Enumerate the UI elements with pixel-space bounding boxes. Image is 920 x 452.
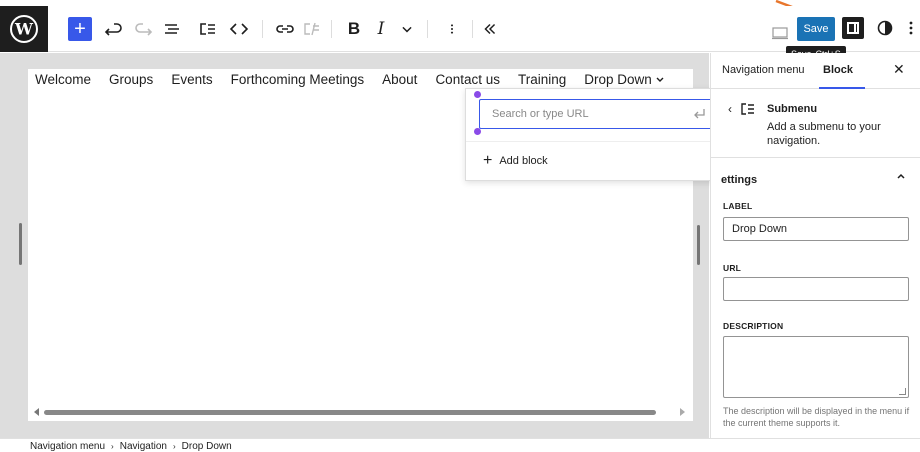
styles-icon <box>877 20 893 36</box>
chevron-left-icon[interactable]: ‹ <box>728 102 732 116</box>
list-view-button[interactable] <box>161 15 183 43</box>
drag-handle-top-icon[interactable] <box>474 91 481 98</box>
popover-divider <box>466 141 726 142</box>
drag-handle-bottom-icon[interactable] <box>474 128 481 135</box>
close-icon[interactable]: ✕ <box>893 61 905 78</box>
redo-icon <box>135 23 153 36</box>
nav-item-contact-us[interactable]: Contact us <box>435 69 500 89</box>
chevron-right-icon: › <box>111 442 114 451</box>
url-heading: URL <box>723 263 742 273</box>
code-icon <box>229 23 249 35</box>
toolbar-separator <box>331 20 332 38</box>
breadcrumb-item: Drop Down <box>181 441 232 452</box>
submenu-icon <box>741 103 754 115</box>
plus-icon: + <box>483 152 493 169</box>
url-search-input[interactable]: Search or type URL <box>479 99 715 129</box>
device-preview-icon[interactable] <box>772 26 788 40</box>
block-inserter-button[interactable]: + <box>68 17 92 41</box>
styles-button[interactable] <box>874 17 896 39</box>
link-icon <box>276 25 294 33</box>
submenu-block-button[interactable] <box>196 15 218 43</box>
sidebar-icon <box>847 22 859 34</box>
navigation-block[interactable]: Welcome Groups Events Forthcoming Meetin… <box>35 69 667 89</box>
tab-block[interactable]: Block <box>823 64 853 76</box>
label-field[interactable]: Drop Down <box>723 217 909 241</box>
unlink-button[interactable] <box>300 15 322 43</box>
bold-button[interactable]: B <box>346 15 362 43</box>
chevron-right-icon: › <box>172 442 176 451</box>
link-control-popover: Search or type URL + Add block <box>465 88 727 181</box>
horizontal-scrollbar[interactable] <box>34 407 688 417</box>
nav-item-events[interactable]: Events <box>171 69 212 89</box>
wordpress-logo-icon: W <box>10 15 38 43</box>
move-arrows-button[interactable] <box>228 15 250 43</box>
add-block-button[interactable]: + Add block <box>483 152 548 169</box>
block-breadcrumb-bar: Navigation menu › Navigation › Drop Down <box>0 438 920 452</box>
nav-item-about[interactable]: About <box>382 69 417 89</box>
submenu-icon <box>200 23 215 35</box>
resize-handle-left[interactable] <box>19 223 22 265</box>
list-view-icon <box>165 24 179 34</box>
description-field[interactable] <box>723 336 909 398</box>
chevron-down-icon <box>656 77 664 82</box>
nav-item-training[interactable]: Training <box>518 69 566 89</box>
wordpress-logo-button[interactable]: W <box>0 6 48 52</box>
collapse-toolbar-button[interactable] <box>480 15 500 43</box>
scroll-left-arrow-icon[interactable] <box>34 408 39 416</box>
plus-icon: + <box>74 18 86 40</box>
scroll-right-arrow-icon[interactable] <box>680 408 685 416</box>
nav-item-drop-down[interactable]: Drop Down <box>584 69 667 89</box>
chevron-down-icon <box>402 26 412 33</box>
link-button[interactable] <box>274 15 296 43</box>
toolbar-separator <box>262 20 263 38</box>
more-formatting-button[interactable] <box>398 15 416 43</box>
options-icon <box>909 21 913 35</box>
chevron-up-icon[interactable] <box>895 170 907 182</box>
settings-sidebar: Navigation menu Block ✕ ‹ Submenu Add a … <box>710 53 920 438</box>
block-description: Add a submenu to your navigation. <box>767 121 881 147</box>
undo-button[interactable] <box>103 15 125 43</box>
url-field[interactable] <box>723 277 909 301</box>
settings-panel-heading[interactable]: ettings <box>721 174 757 186</box>
breadcrumb-item[interactable]: Navigation menu <box>30 441 105 452</box>
add-block-label: Add block <box>499 155 548 167</box>
breadcrumb-item[interactable]: Navigation <box>120 441 167 452</box>
redo-button[interactable] <box>132 15 154 43</box>
scrollbar-thumb[interactable] <box>44 410 656 415</box>
block-title: Submenu <box>767 103 818 115</box>
toolbar-separator <box>472 20 473 38</box>
sidebar-tabs: Navigation menu Block ✕ <box>711 53 920 89</box>
breadcrumb: Navigation menu › Navigation › Drop Down <box>30 441 232 452</box>
enter-icon[interactable] <box>692 107 706 121</box>
url-search-placeholder: Search or type URL <box>492 108 589 120</box>
options-button[interactable] <box>904 17 918 39</box>
description-help-text: The description will be displayed in the… <box>723 406 910 428</box>
collapse-icon <box>484 23 496 35</box>
more-vertical-icon <box>450 24 454 34</box>
description-heading: DESCRIPTION <box>723 321 784 331</box>
undo-icon <box>104 23 122 36</box>
unlink-icon <box>304 22 319 36</box>
editor-toolbar: W + B I <box>0 6 920 52</box>
settings-sidebar-button[interactable] <box>842 17 864 39</box>
block-card: ‹ Submenu Add a submenu to your navigati… <box>711 90 920 158</box>
svg-text:W: W <box>14 20 34 39</box>
italic-button[interactable]: I <box>374 15 388 43</box>
nav-item-welcome[interactable]: Welcome <box>35 69 91 89</box>
label-heading: LABEL <box>723 201 753 211</box>
active-tab-indicator <box>819 87 865 89</box>
save-button[interactable]: Save <box>797 17 835 41</box>
block-options-button[interactable] <box>444 15 460 43</box>
nav-item-groups[interactable]: Groups <box>109 69 153 89</box>
nav-item-forthcoming-meetings[interactable]: Forthcoming Meetings <box>231 69 365 89</box>
toolbar-separator <box>427 20 428 38</box>
nav-item-drop-down-label: Drop Down <box>584 71 652 87</box>
resize-handle-right[interactable] <box>697 225 700 265</box>
tab-navigation-menu[interactable]: Navigation menu <box>722 64 805 76</box>
